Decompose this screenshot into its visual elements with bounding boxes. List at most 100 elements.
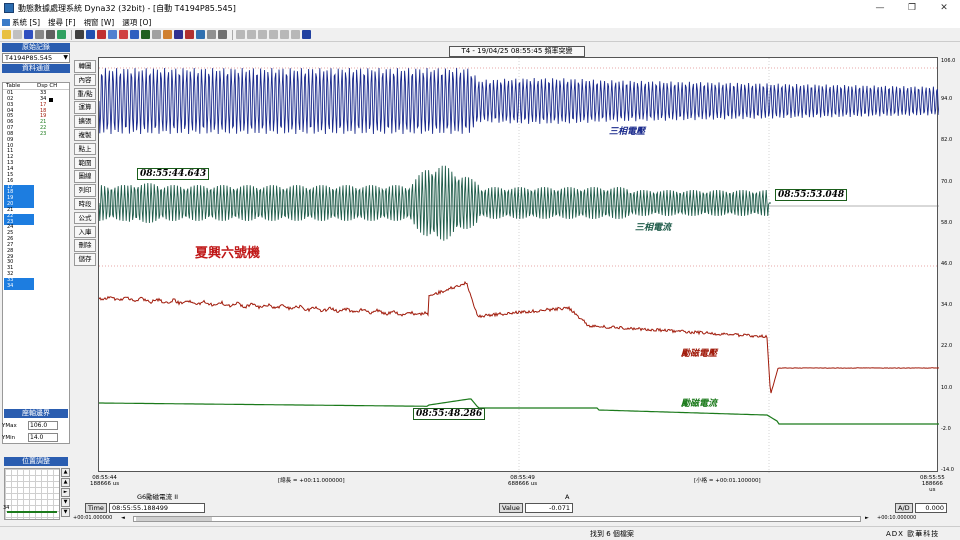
action-button[interactable]: 入庫 (74, 226, 96, 239)
position-grid[interactable] (4, 468, 60, 520)
ymax-label: YMax (2, 423, 16, 429)
cursor-icon[interactable] (141, 30, 150, 39)
found-files: 找到 6 個檔案 (590, 529, 634, 539)
open-folder-icon[interactable] (2, 30, 11, 39)
legend-voltage: 三相電壓 (609, 124, 645, 137)
print-icon[interactable] (35, 30, 44, 39)
ymin-input[interactable]: 14.0 (28, 433, 58, 442)
measure-icon[interactable] (152, 30, 161, 39)
save-icon[interactable] (24, 30, 33, 39)
marker-icon[interactable] (97, 30, 106, 39)
diamond-icon[interactable] (302, 30, 311, 39)
value-field: -0.071 (525, 503, 573, 513)
table-column[interactable]: 01 02 03 04 05 06 07 08 09 10 11 12 13 14 15 16 17 18 19 20… (4, 91, 34, 290)
minimize-button[interactable]: — (864, 0, 896, 16)
up-button[interactable]: ▲ (61, 468, 70, 477)
font-icon[interactable] (174, 30, 183, 39)
page-icon[interactable] (236, 30, 245, 39)
action-button[interactable]: 圖線 (74, 170, 96, 183)
scroll-right-arrow[interactable]: ► (865, 515, 869, 521)
legend-exc-voltage: 勵磁電壓 (681, 346, 717, 359)
channel-table-item[interactable]: 34 (4, 284, 34, 290)
stop-icon[interactable] (185, 30, 194, 39)
right-button[interactable]: ► (61, 488, 70, 497)
table-column-header: Table (3, 83, 37, 89)
action-button[interactable]: 運算 (74, 101, 96, 114)
action-button[interactable]: 點上 (74, 143, 96, 156)
config-icon[interactable] (196, 30, 205, 39)
dsp-channel-item[interactable]: 23 (40, 132, 68, 138)
channel-icon[interactable] (86, 30, 95, 39)
menu-system[interactable]: 系統 [S] (2, 17, 40, 28)
status-bar: 找到 6 個檔案 ADX 歐華科技 (0, 526, 960, 540)
maximize-button[interactable]: ❐ (896, 0, 928, 16)
down-button[interactable]: ▼ (61, 508, 70, 517)
action-button[interactable]: 刪除 (74, 239, 96, 252)
time-value: 08:55:55.188499 (109, 503, 205, 513)
menu-window[interactable]: 視窗 [W] (84, 17, 115, 28)
up-fast-button[interactable]: ▲ (61, 478, 70, 487)
scroll-left-arrow[interactable]: ◄ (121, 515, 125, 521)
action-button[interactable]: 公式 (74, 212, 96, 225)
action-button[interactable]: 範圍 (74, 157, 96, 170)
open-file-icon[interactable] (13, 30, 22, 39)
time-mid: 08:55:49 688666 us (508, 475, 537, 487)
time-mid-label: 08:55:48.286 (413, 408, 485, 420)
chevron-down-icon: ▼ (63, 54, 68, 62)
action-button[interactable]: 內容 (74, 74, 96, 87)
time-label: Time (85, 503, 107, 513)
action-button[interactable]: 轉圖 (74, 60, 96, 73)
file-select[interactable]: T4194P85.545 ▼ (2, 53, 70, 63)
ymax-input[interactable]: 106.0 (28, 421, 58, 430)
action-button[interactable]: 複製 (74, 129, 96, 142)
action-button[interactable]: 時段 (74, 198, 96, 211)
action-button[interactable]: 擴張 (74, 115, 96, 128)
grid-icon[interactable] (130, 30, 139, 39)
channel-list[interactable]: Table Dsp CH 01 02 03 04 05 06 07 08 09 10 11 12 13 1… (2, 82, 70, 444)
y-tick-label: 106.0 (941, 58, 955, 64)
action-button[interactable]: 重/點 (74, 88, 96, 101)
page6-icon[interactable] (291, 30, 300, 39)
toolbar (0, 28, 960, 42)
time-axis: 08:55:44 188666 us [總長 = +00:11.000000] 0… (98, 472, 938, 502)
calc-icon[interactable] (207, 30, 216, 39)
y-tick-label: 70.0 (941, 179, 952, 185)
time-right: 08:55:55 188666 us (920, 475, 945, 493)
dsp-column-header: Dsp CH (37, 83, 57, 89)
time-scroll[interactable]: 34 +00:01.000000 ◄ ► +00:10.000000 (73, 515, 960, 523)
time-left: 08:55:44 188666 us (90, 475, 119, 487)
toolbar-separator (232, 30, 233, 40)
zoom-icon[interactable] (108, 30, 117, 39)
legend-current: 三相電流 (635, 220, 671, 233)
cut-icon[interactable] (46, 30, 55, 39)
record-header: 原始記錄 (2, 43, 70, 52)
copy-icon[interactable] (57, 30, 66, 39)
ad-value: 0.000 (915, 503, 947, 513)
y-tick-label: -2.0 (941, 426, 951, 432)
color-icon[interactable] (163, 30, 172, 39)
time-start-label: 08:55:44.643 (137, 168, 209, 180)
wave-icon[interactable] (75, 30, 84, 39)
toolbar-separator (71, 30, 72, 40)
menu-options[interactable]: 選項 [O] (122, 17, 151, 28)
scroll-track[interactable] (133, 516, 861, 522)
close-button[interactable]: ✕ (928, 0, 960, 16)
page5-icon[interactable] (280, 30, 289, 39)
ymin-label: YMin (2, 435, 16, 441)
menu-search[interactable]: 搜尋 [F] (48, 17, 76, 28)
dsp-column[interactable]: 33 34 17 18 19 21 22 23 (40, 91, 68, 138)
channel-name: G6勵磁電流 II (135, 493, 180, 503)
menu-bar: 系統 [S] 搜尋 [F] 視窗 [W] 選項 [O] (0, 16, 960, 28)
waveform-plot[interactable]: 三相電壓 三相電流 勵磁電壓 勵磁電流 夏興六號機 08:55:44.643 0… (98, 57, 938, 472)
scroll-thumb[interactable] (136, 517, 212, 521)
page2-icon[interactable] (247, 30, 256, 39)
list-icon[interactable] (218, 30, 227, 39)
action-button[interactable]: 列印 (74, 184, 96, 197)
record-icon[interactable] (119, 30, 128, 39)
down-fast-button[interactable]: ▼ (61, 498, 70, 507)
action-button[interactable]: 儲存 (74, 253, 96, 266)
page4-icon[interactable] (269, 30, 278, 39)
position-bar (7, 511, 57, 513)
page3-icon[interactable] (258, 30, 267, 39)
ad-label: A/D (895, 503, 913, 513)
